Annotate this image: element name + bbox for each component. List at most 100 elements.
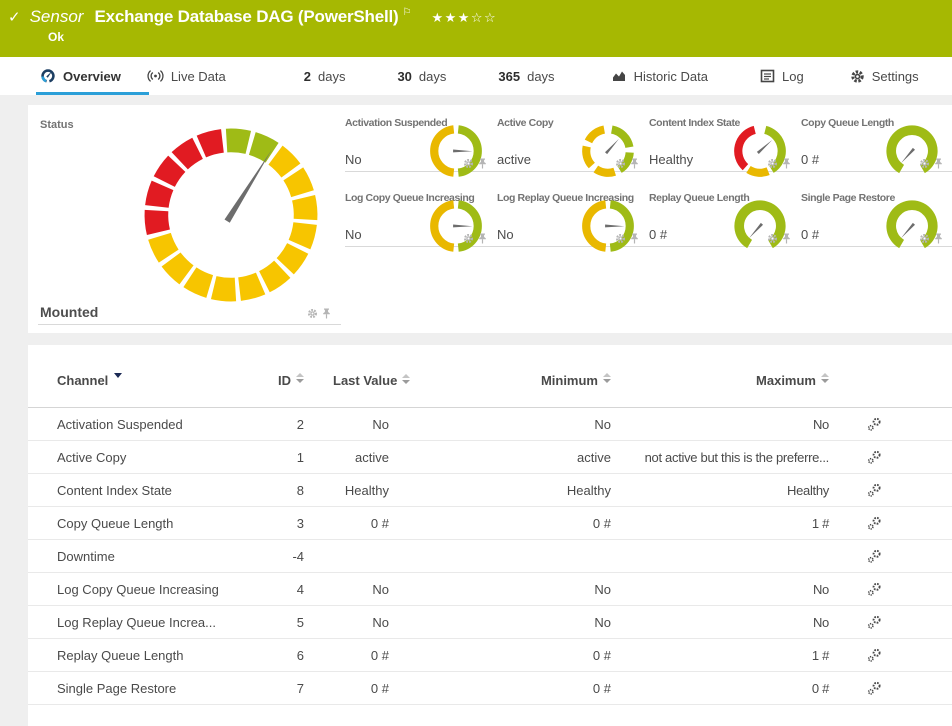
col-header-maximum[interactable]: Maximum: [611, 373, 829, 388]
panel-gear-button[interactable]: [919, 233, 930, 244]
table-row-activation-suspended[interactable]: Activation Suspended2NoNoNo: [28, 408, 952, 441]
panel-gear-button[interactable]: [463, 158, 474, 169]
channel-settings-button[interactable]: [867, 582, 882, 597]
tab-live-data[interactable]: Live Data: [147, 57, 226, 95]
channel-settings-button[interactable]: [867, 615, 882, 630]
gauge-panel-value: No: [345, 152, 362, 167]
tab-prefix: 30: [397, 69, 411, 84]
channel-table-header-row: ChannelIDLast Value Minimum Maximum: [28, 373, 952, 407]
cell-min: 0 #: [389, 516, 611, 531]
channel-settings-button[interactable]: [867, 681, 882, 696]
table-row-log-replay-queue-increa[interactable]: Log Replay Queue Increa...5NoNoNo: [28, 606, 952, 639]
col-header-minimum[interactable]: Minimum: [389, 373, 611, 388]
channel-gauge: [427, 197, 485, 255]
cell-max: No: [611, 582, 829, 597]
tab-settings[interactable]: Settings: [850, 57, 919, 95]
cell-max: Healthy: [611, 483, 829, 498]
channel-gauge: [883, 197, 941, 255]
panel-gear-button[interactable]: [463, 233, 474, 244]
panel-pin-button[interactable]: [322, 308, 331, 319]
panel-gear-button[interactable]: [615, 233, 626, 244]
panel-icons: [615, 158, 639, 169]
tab-log[interactable]: Log: [760, 57, 804, 95]
channel-settings-button[interactable]: [867, 648, 882, 663]
channel-settings-button[interactable]: [867, 417, 882, 432]
priority-flag-icon[interactable]: ⚐: [402, 7, 411, 18]
gears-icon: [867, 615, 882, 630]
cell-settings: [829, 681, 919, 696]
panel-pin-button[interactable]: [782, 158, 791, 169]
gears-icon: [867, 582, 882, 597]
sort-icon: [821, 373, 829, 388]
cell-min: Healthy: [389, 483, 611, 498]
channel-settings-button[interactable]: [867, 549, 882, 564]
gears-icon: [867, 516, 882, 531]
channel-gauge: [579, 122, 637, 180]
panel-icons: [767, 233, 791, 244]
mini-gear-icon: [463, 158, 474, 169]
col-header-label: Maximum: [756, 373, 816, 388]
channel-gauge: [731, 197, 789, 255]
priority-stars[interactable]: ★★★☆☆: [431, 10, 497, 26]
panel-gear-button[interactable]: [615, 158, 626, 169]
panel-pin-button[interactable]: [478, 233, 487, 244]
gauge-panel-active-copy[interactable]: Active Copyactive: [497, 110, 649, 172]
gauge-panel-content-index-state[interactable]: Content Index StateHealthy: [649, 110, 801, 172]
table-row-replay-queue-length[interactable]: Replay Queue Length60 #0 #1 #: [28, 639, 952, 672]
gauge-panel-copy-queue-length[interactable]: Copy Queue Length0 #: [801, 110, 952, 172]
gear-icon: [850, 69, 865, 84]
gauge-panel-log-replay-queue-increasing[interactable]: Log Replay Queue IncreasingNo: [497, 185, 649, 247]
table-row-content-index-state[interactable]: Content Index State8HealthyHealthyHealth…: [28, 474, 952, 507]
channel-settings-button[interactable]: [867, 483, 882, 498]
gauge-panel-value: Healthy: [649, 152, 693, 167]
pin-icon: [782, 233, 791, 244]
panel-gear-button[interactable]: [307, 308, 318, 319]
cell-channel: Content Index State: [57, 483, 247, 498]
tab-historic-data[interactable]: Historic Data: [611, 57, 708, 95]
panel-pin-button[interactable]: [478, 158, 487, 169]
gauge-panel-value: 0 #: [801, 152, 819, 167]
tab-label: days: [419, 69, 446, 84]
cell-channel: Replay Queue Length: [57, 648, 247, 663]
col-header-id[interactable]: ID: [247, 373, 304, 388]
tab-365-days[interactable]: 365days: [498, 57, 554, 95]
tab-30-days[interactable]: 30 days: [397, 57, 446, 95]
col-header-label: Minimum: [541, 373, 598, 388]
status-value: Mounted: [40, 304, 98, 320]
table-row-log-copy-queue-increasing[interactable]: Log Copy Queue Increasing4NoNoNo: [28, 573, 952, 606]
col-header-last-value[interactable]: Last Value: [304, 373, 389, 389]
cell-last: No: [304, 582, 389, 597]
channel-settings-button[interactable]: [867, 516, 882, 531]
panel-pin-button[interactable]: [630, 233, 639, 244]
tab-2-days[interactable]: 2days: [304, 57, 346, 95]
col-header-channel[interactable]: Channel: [57, 373, 247, 388]
sensor-header: ✓ Sensor Exchange Database DAG (PowerShe…: [0, 0, 952, 57]
ok-check-icon: ✓: [8, 8, 21, 26]
panel-gear-button[interactable]: [919, 158, 930, 169]
channel-table-header: ChannelIDLast Value Minimum Maximum: [28, 345, 952, 408]
table-row-downtime[interactable]: Downtime-4: [28, 540, 952, 573]
cell-max: 0 #: [611, 681, 829, 696]
status-gauge-panel[interactable]: Status Mounted: [28, 105, 335, 333]
channel-settings-button[interactable]: [867, 450, 882, 465]
table-row-active-copy[interactable]: Active Copy1activeactivenot active but t…: [28, 441, 952, 474]
panel-gear-button[interactable]: [767, 158, 778, 169]
cell-settings: [829, 648, 919, 663]
cell-id: 1: [247, 450, 304, 465]
tab-bar: Overview Live Data 2days 30 days 365days Histo…: [0, 57, 952, 95]
panel-pin-button[interactable]: [934, 158, 943, 169]
tab-label: days: [318, 69, 345, 84]
gauge-panel-single-page-restore[interactable]: Single Page Restore0 #: [801, 185, 952, 247]
gauge-panel-log-copy-queue-increasing[interactable]: Log Copy Queue IncreasingNo: [345, 185, 497, 247]
panel-pin-button[interactable]: [934, 233, 943, 244]
panel-gear-button[interactable]: [767, 233, 778, 244]
table-row-single-page-restore[interactable]: Single Page Restore70 #0 #0 #: [28, 672, 952, 705]
tab-label: Settings: [872, 69, 919, 84]
table-row-copy-queue-length[interactable]: Copy Queue Length30 #0 #1 #: [28, 507, 952, 540]
panel-icons: [767, 158, 791, 169]
tab-overview[interactable]: Overview: [40, 57, 121, 95]
gauge-panel-replay-queue-length[interactable]: Replay Queue Length0 #: [649, 185, 801, 247]
gauge-panel-activation-suspended[interactable]: Activation SuspendedNo: [345, 110, 497, 172]
panel-pin-button[interactable]: [630, 158, 639, 169]
panel-pin-button[interactable]: [782, 233, 791, 244]
